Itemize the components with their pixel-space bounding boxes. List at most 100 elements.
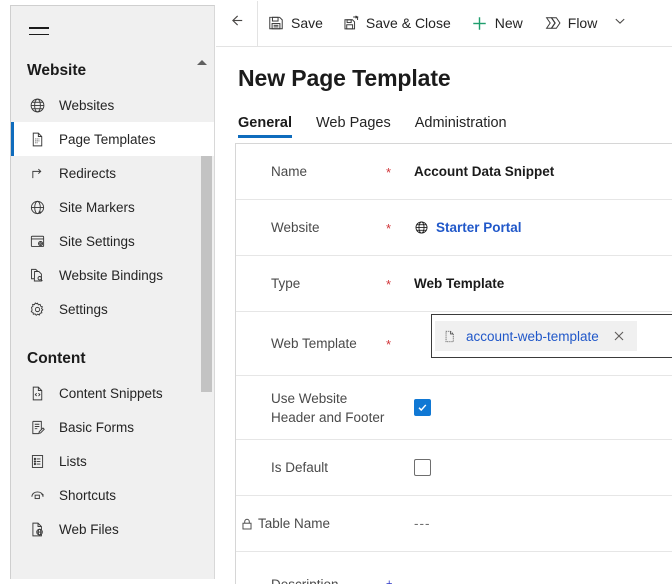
sidebar-item-label: Settings — [59, 302, 108, 317]
field-value-website[interactable]: Starter Portal — [414, 220, 672, 235]
flow-button[interactable]: Flow — [533, 1, 608, 46]
form-row-web-template: Web Template * account-web-template — [236, 312, 672, 376]
field-label: Description — [236, 575, 386, 584]
add-icon — [471, 15, 488, 32]
form-row-name: Name * Account Data Snippet — [236, 144, 672, 200]
save-and-close-button[interactable]: Save & Close — [333, 1, 461, 46]
shortcut-icon — [27, 485, 47, 505]
new-button[interactable]: New — [461, 1, 533, 46]
lock-icon — [240, 517, 254, 531]
sidebar-item-label: Websites — [59, 98, 114, 113]
field-value-is-default — [414, 459, 672, 476]
sidebar-item-page-templates[interactable]: Page Templates — [11, 122, 214, 156]
form-row-type: Type * Web Template — [236, 256, 672, 312]
required-marker: * — [386, 165, 414, 179]
sidebar-item-web-files[interactable]: Web Files — [11, 512, 214, 546]
list-icon — [27, 451, 47, 471]
nav-group-title-website: Website — [11, 54, 214, 88]
sidebar-item-shortcuts[interactable]: Shortcuts — [11, 478, 214, 512]
is-default-checkbox[interactable] — [414, 459, 431, 476]
field-label: Name — [236, 162, 386, 181]
globe-icon — [27, 95, 47, 115]
nav-group-title-content: Content — [11, 342, 214, 376]
website-link-label[interactable]: Starter Portal — [436, 220, 522, 235]
web-file-icon — [27, 519, 47, 539]
field-label: Website — [236, 218, 386, 237]
field-value-description[interactable]: --- — [414, 577, 672, 584]
save-icon — [268, 15, 284, 31]
chevron-down-icon — [613, 14, 627, 33]
back-button[interactable] — [216, 1, 258, 46]
lookup-chip[interactable]: account-web-template — [435, 321, 637, 351]
use-website-header-footer-checkbox[interactable] — [414, 399, 431, 416]
tab-web-pages[interactable]: Web Pages — [316, 115, 391, 138]
form-row-is-default: Is Default — [236, 440, 672, 496]
required-marker: * — [386, 277, 414, 291]
page-template-icon — [27, 129, 47, 149]
sidebar-item-label: Content Snippets — [59, 386, 163, 401]
form-row-table-name: Table Name --- — [236, 496, 672, 552]
sidebar-item-website-bindings[interactable]: Website Bindings — [11, 258, 214, 292]
nav-spacer — [11, 326, 214, 342]
form-row-website: Website * Starter Portal — [236, 200, 672, 256]
globe-icon — [414, 220, 429, 235]
command-overflow-button[interactable] — [607, 1, 633, 46]
hamburger-icon[interactable] — [27, 20, 59, 46]
sidebar-item-label: Web Files — [59, 522, 119, 537]
sidebar-item-site-settings[interactable]: Site Settings — [11, 224, 214, 258]
sidebar-item-label: Page Templates — [59, 132, 156, 147]
sidebar-item-content-snippets[interactable]: Content Snippets — [11, 376, 214, 410]
field-label: Use Website Header and Footer — [236, 389, 386, 427]
sidebar-item-label: Site Settings — [59, 234, 135, 249]
field-label: Table Name — [258, 516, 330, 531]
save-button[interactable]: Save — [258, 1, 333, 46]
sidebar-item-lists[interactable]: Lists — [11, 444, 214, 478]
required-marker: * — [386, 337, 414, 351]
optional-marker: + — [386, 578, 414, 584]
close-icon[interactable] — [605, 321, 633, 351]
field-value-table-name: --- — [414, 516, 672, 531]
form-edit-icon — [27, 417, 47, 437]
field-value-type[interactable]: Web Template — [414, 276, 672, 291]
new-label: New — [495, 15, 523, 31]
main-content: Save Save & Close — [216, 0, 672, 584]
tab-administration[interactable]: Administration — [415, 115, 507, 138]
web-template-lookup-input[interactable]: account-web-template — [431, 314, 672, 358]
save-and-close-label: Save & Close — [366, 15, 451, 31]
save-and-close-icon — [343, 15, 359, 31]
sidebar-item-basic-forms[interactable]: Basic Forms — [11, 410, 214, 444]
tab-list: General Web Pages Administration — [216, 92, 672, 138]
required-marker: * — [386, 221, 414, 235]
save-label: Save — [291, 15, 323, 31]
sidebar-item-websites[interactable]: Websites — [11, 88, 214, 122]
flow-label: Flow — [568, 15, 598, 31]
page-title: New Page Template — [216, 47, 672, 92]
field-value-name[interactable]: Account Data Snippet — [414, 164, 672, 179]
field-label: Is Default — [236, 458, 386, 477]
website-bindings-icon — [27, 265, 47, 285]
back-arrow-icon — [227, 11, 246, 35]
gear-icon — [27, 299, 47, 319]
tab-general[interactable]: General — [238, 115, 292, 138]
command-bar: Save Save & Close — [216, 0, 672, 47]
form-row-description: Description + --- — [236, 552, 672, 584]
sidebar-item-label: Website Bindings — [59, 268, 163, 283]
sidebar-item-site-markers[interactable]: Site Markers — [11, 190, 214, 224]
required-marker — [386, 407, 414, 408]
field-label: Web Template — [236, 334, 386, 353]
sidebar-item-redirects[interactable]: Redirects — [11, 156, 214, 190]
sidebar-item-label: Shortcuts — [59, 488, 116, 503]
required-marker — [386, 523, 414, 524]
site-settings-icon — [27, 231, 47, 251]
app-window: Website Websites — [0, 0, 672, 584]
field-label-table-name: Table Name — [236, 514, 386, 533]
field-label: Type — [236, 274, 386, 293]
sidebar-item-label: Redirects — [59, 166, 116, 181]
required-marker — [386, 467, 414, 468]
sidebar-item-settings[interactable]: Settings — [11, 292, 214, 326]
sidebar-item-label: Basic Forms — [59, 420, 134, 435]
field-value-use-header-footer — [414, 399, 672, 416]
code-document-icon — [27, 383, 47, 403]
form-container: Name * Account Data Snippet Website * St… — [235, 143, 672, 584]
sidebar-item-label: Lists — [59, 454, 87, 469]
